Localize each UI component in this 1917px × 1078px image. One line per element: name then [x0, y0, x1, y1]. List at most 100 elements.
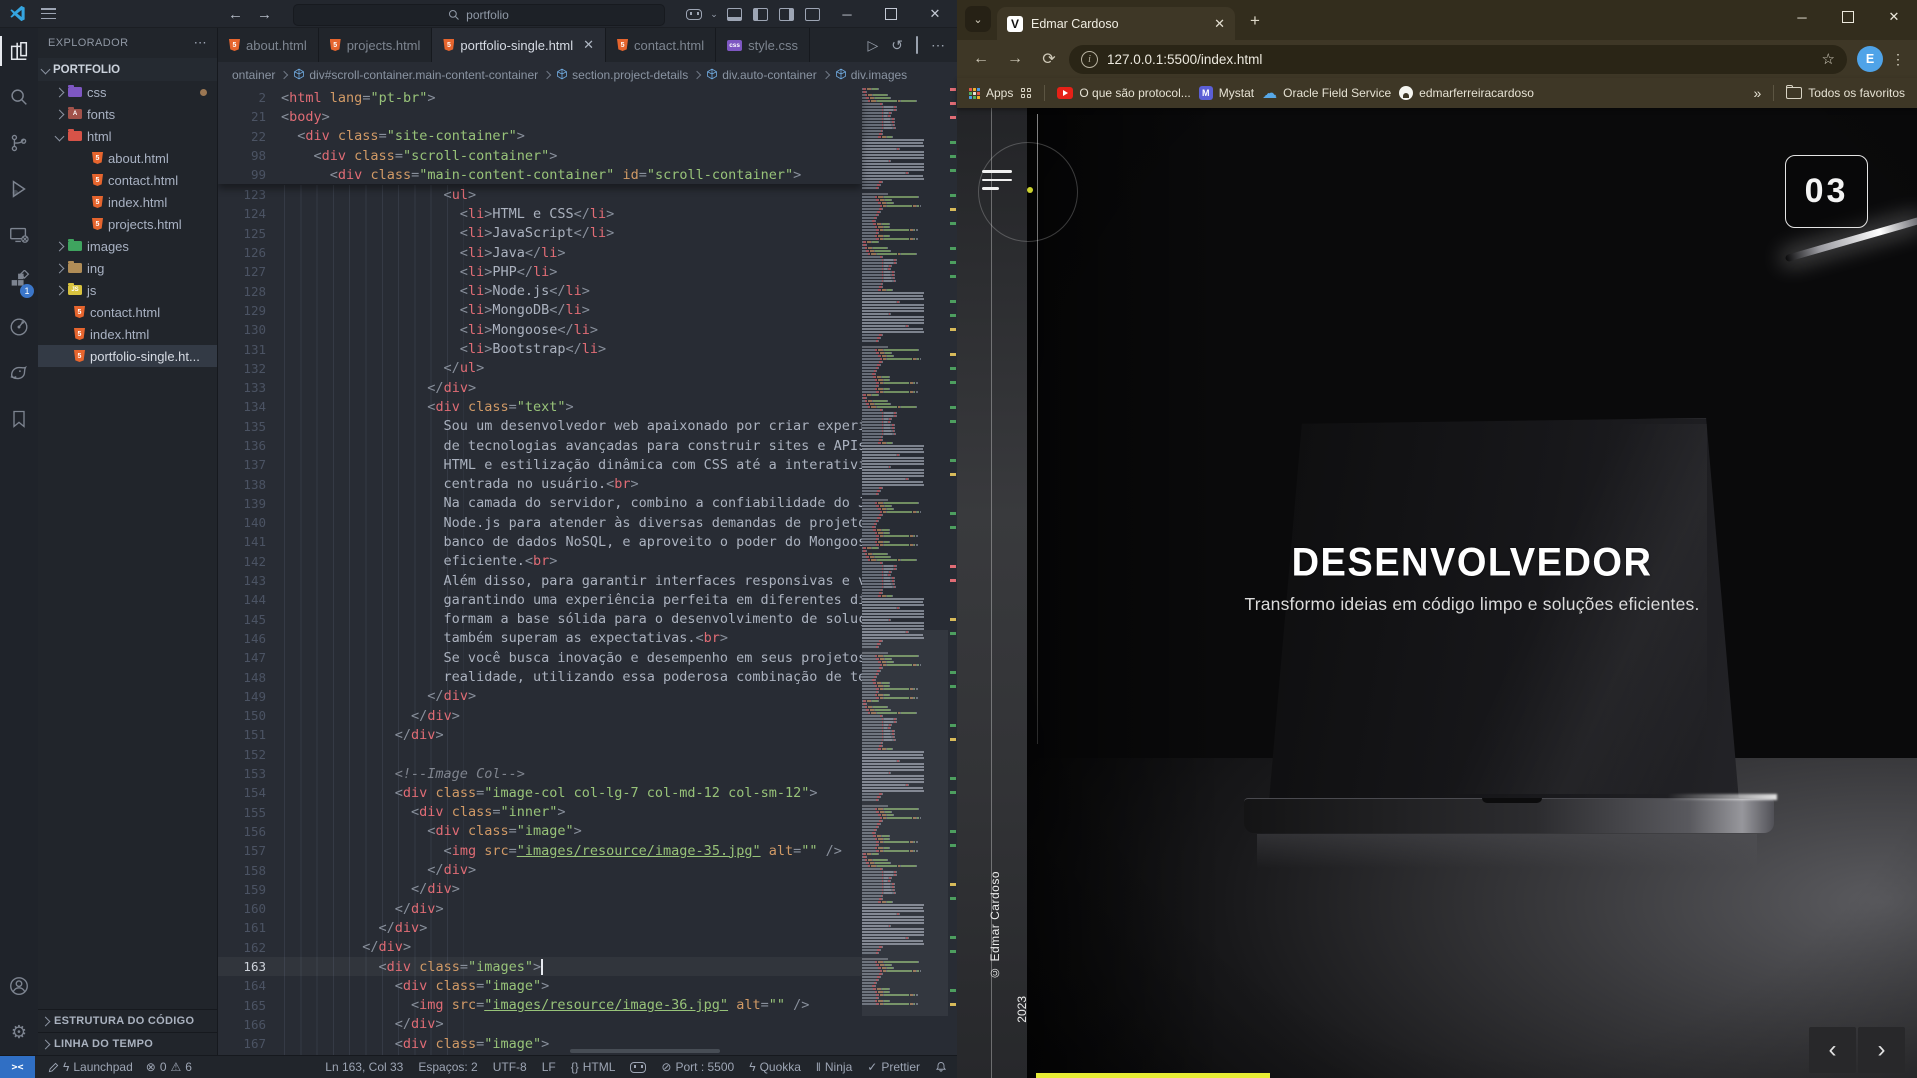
code-line-135[interactable]: 135 Sou um desenvolvedor web apaixonado … [218, 417, 862, 436]
sticky-line-98[interactable]: 98 <div class="scroll-container"> [218, 146, 862, 165]
source-control-icon[interactable] [0, 120, 38, 166]
quokka-status[interactable]: ϟQuokka [749, 1060, 801, 1074]
code-line-152[interactable]: 152 [218, 745, 862, 764]
tree-item-js[interactable]: JSjs [38, 279, 217, 301]
problems-status[interactable]: ⊗0 ⚠6 [146, 1060, 192, 1074]
code-line-166[interactable]: 166 </div> [218, 1015, 862, 1034]
tree-item-contact-html[interactable]: 5contact.html [38, 301, 217, 323]
code-line-134[interactable]: 134 <div class="text"> [218, 397, 862, 416]
bookmark-youtube[interactable]: O que são protocol... [1057, 86, 1190, 100]
section-estrutura-do-c-digo[interactable]: ESTRUTURA DO CÓDIGO [38, 1009, 217, 1032]
code-line-137[interactable]: 137 HTML e estilização dinâmica com CSS … [218, 455, 862, 474]
code-line-138[interactable]: 138 centrada no usuário.<br> [218, 474, 862, 493]
bookmarks-overflow-icon[interactable]: » [1753, 85, 1761, 101]
tree-item-index-html[interactable]: 5index.html [38, 191, 217, 213]
copilot-status-icon[interactable] [630, 1062, 646, 1073]
code-line-127[interactable]: 127 <li>PHP</li> [218, 262, 862, 281]
prev-slide-button[interactable]: ‹ [1809, 1027, 1856, 1073]
code-line-158[interactable]: 158 </div> [218, 860, 862, 879]
next-slide-button[interactable]: › [1858, 1027, 1905, 1073]
indentation-status[interactable]: Espaços: 2 [418, 1060, 477, 1074]
code-line-129[interactable]: 129 <li>MongoDB</li> [218, 301, 862, 320]
browser-menu-icon[interactable]: ⋮ [1889, 51, 1907, 68]
toggle-secondary-sidebar-icon[interactable] [773, 0, 799, 28]
code-line-148[interactable]: 148 realidade, utilizando essa poderosa … [218, 667, 862, 686]
tab-style-css[interactable]: cssstyle.css [716, 28, 810, 62]
notifications-bell-icon[interactable] [935, 1061, 947, 1073]
code-line-151[interactable]: 151 </div> [218, 725, 862, 744]
sticky-line-99[interactable]: 99 <div class="main-content-container" i… [218, 165, 862, 184]
code-line-141[interactable]: 141 banco de dados NoSQL, e aproveito o … [218, 532, 862, 551]
code-line-163[interactable]: 163 <div class="images"> [218, 957, 862, 976]
code-line-128[interactable]: 128 <li>Node.js</li> [218, 281, 862, 300]
breadcrumb-item[interactable]: div#scroll-container.main-content-contai… [293, 68, 538, 83]
run-debug-icon[interactable] [0, 166, 38, 212]
minimap-slider[interactable] [862, 630, 948, 1017]
customize-layout-icon[interactable] [799, 0, 825, 28]
encoding-status[interactable]: UTF-8 [493, 1060, 527, 1074]
code-line-130[interactable]: 130 <li>Mongoose</li> [218, 320, 862, 339]
launchpad-status[interactable]: ϟ Launchpad [48, 1060, 133, 1074]
site-hamburger-icon[interactable] [982, 170, 1012, 196]
tab-about-html[interactable]: 5about.html [218, 28, 319, 62]
code-line-162[interactable]: 162 </div> [218, 938, 862, 957]
code-line-161[interactable]: 161 </div> [218, 918, 862, 937]
tab-close-icon[interactable]: ✕ [1214, 16, 1225, 32]
code-line-155[interactable]: 155 <div class="inner"> [218, 803, 862, 822]
sticky-line-22[interactable]: 22 <div class="site-container"> [218, 127, 862, 146]
timeline-icon[interactable]: ↺ [891, 37, 903, 54]
run-button[interactable]: ▷ [867, 37, 878, 54]
code-line-133[interactable]: 133 </div> [218, 378, 862, 397]
sticky-line-2[interactable]: 2<html lang="pt-br"> [218, 88, 862, 107]
forward-arrow-icon[interactable]: → [257, 6, 272, 23]
tab-search-button[interactable]: ⌄ [965, 6, 991, 32]
tree-item-portfolio-single-ht-[interactable]: 5portfolio-single.ht... [38, 345, 217, 367]
remote-indicator[interactable]: >< [0, 1056, 35, 1078]
tree-item-projects-html[interactable]: 5projects.html [38, 213, 217, 235]
code-line-153[interactable]: 153 <!--Image Col--> [218, 764, 862, 783]
tree-item-css[interactable]: css [38, 81, 217, 103]
vscode-minimize-button[interactable]: ─ [825, 0, 869, 28]
code-line-144[interactable]: 144 garantindo uma experiência perfeita … [218, 590, 862, 609]
tree-item-about-html[interactable]: 5about.html [38, 147, 217, 169]
breadcrumb-item[interactable]: ontainer [232, 68, 275, 82]
tree-item-html[interactable]: html [38, 125, 217, 147]
code-line-147[interactable]: 147 Se você busca inovação e desempenho … [218, 648, 862, 667]
split-editor-icon[interactable] [916, 37, 918, 53]
browser-minimize-button[interactable]: ─ [1779, 0, 1825, 34]
bookmark-apps[interactable]: Apps [969, 86, 1013, 100]
command-center-search[interactable]: portfolio [293, 4, 665, 26]
bookmark-oracle-cloud[interactable]: ☁Oracle Field Service [1262, 84, 1391, 102]
back-arrow-icon[interactable]: ← [228, 6, 243, 23]
eol-status[interactable]: LF [542, 1060, 556, 1074]
code-line-165[interactable]: 165 <img src="images/resource/image-36.j… [218, 995, 862, 1014]
toggle-sidebar-icon[interactable] [747, 0, 773, 28]
code-line-142[interactable]: 142 eficiente.<br> [218, 552, 862, 571]
bookmark-github[interactable]: edmarferreiracardoso [1399, 86, 1534, 100]
copilot-chevron-icon[interactable]: ⌄ [707, 0, 721, 28]
address-bar[interactable]: i 127.0.0.1:5500/index.html ☆ [1069, 45, 1847, 74]
tree-item-index-html[interactable]: 5index.html [38, 323, 217, 345]
explorer-more-icon[interactable]: ⋯ [194, 35, 207, 51]
tab-portfolio-single-html[interactable]: 5portfolio-single.html✕ [432, 28, 606, 62]
code-line-136[interactable]: 136 de tecnologias avançadas para constr… [218, 436, 862, 455]
horizontal-scrollbar[interactable] [570, 1049, 720, 1053]
code-line-157[interactable]: 157 <img src="images/resource/image-35.j… [218, 841, 862, 860]
section-linha-do-tempo[interactable]: LINHA DO TEMPO [38, 1032, 217, 1055]
code-line-126[interactable]: 126 <li>Java</li> [218, 243, 862, 262]
more-actions-icon[interactable]: ⋯ [931, 37, 945, 54]
workspace-root-row[interactable]: PORTFOLIO [38, 58, 217, 81]
ninja-status[interactable]: ‖Ninja [816, 1060, 852, 1074]
code-line-149[interactable]: 149 </div> [218, 687, 862, 706]
tree-item-contact-html[interactable]: 5contact.html [38, 169, 217, 191]
browser-close-button[interactable]: ✕ [1871, 0, 1917, 34]
search-icon[interactable] [0, 74, 38, 120]
breadcrumb-item[interactable]: div.images [835, 68, 907, 83]
bookmark-mystat[interactable]: MMystat [1199, 86, 1254, 100]
gitlens-icon[interactable] [0, 304, 38, 350]
browser-back-icon[interactable]: ← [967, 45, 995, 73]
code-line-146[interactable]: 146 também superam as expectativas.<br> [218, 629, 862, 648]
live-server-port-status[interactable]: ⊘Port : 5500 [661, 1060, 734, 1074]
bookmarks-icon[interactable] [0, 396, 38, 442]
code-line-160[interactable]: 160 </div> [218, 899, 862, 918]
